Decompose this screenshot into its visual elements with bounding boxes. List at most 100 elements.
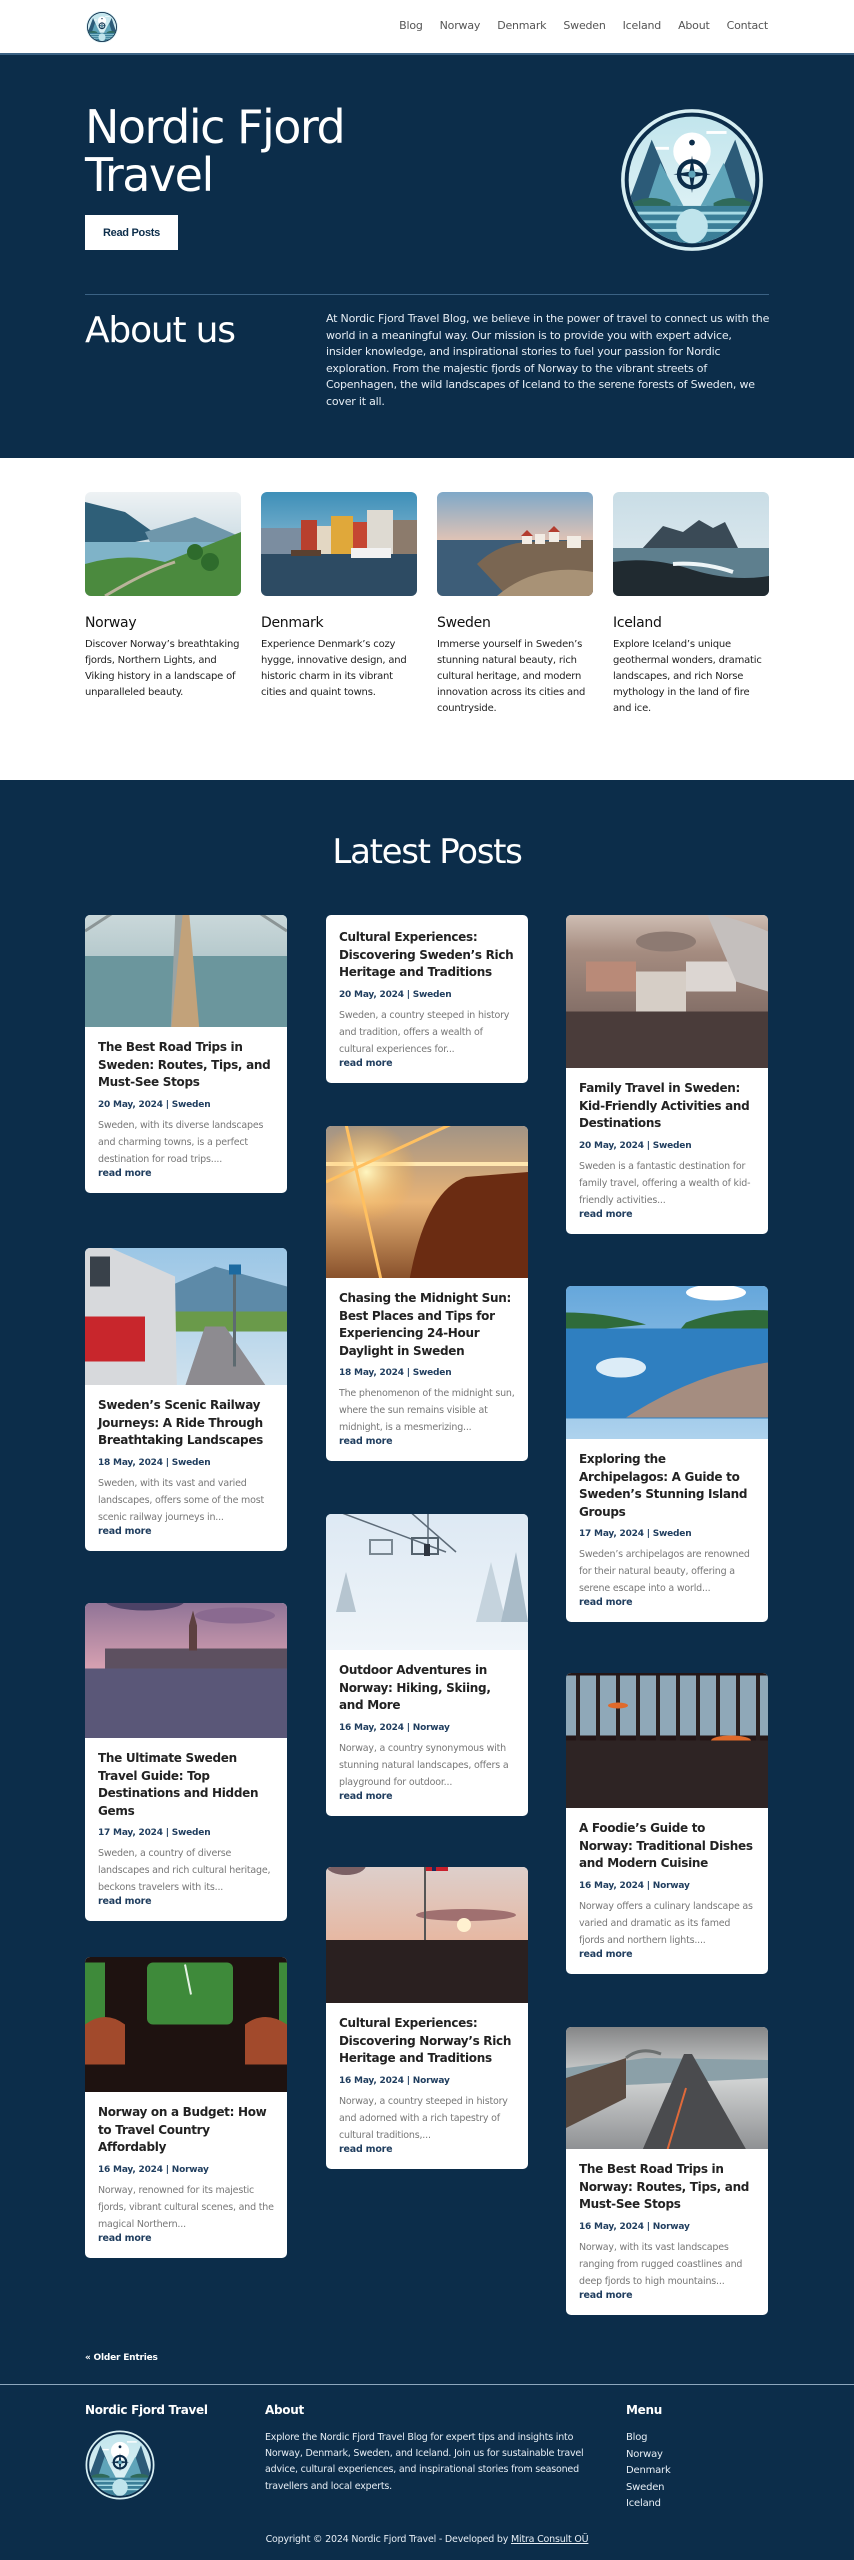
post-body: Cultural Experiences: Discovering Sweden…	[326, 915, 528, 1083]
post-card[interactable]: Chasing the Midnight Sun: Best Places an…	[326, 1126, 528, 1461]
post-card[interactable]: Sweden’s Scenic Railway Journeys: A Ride…	[85, 1248, 287, 1551]
post-category[interactable]: Norway	[413, 1723, 450, 1733]
post-image[interactable]	[566, 2027, 768, 2189]
read-more-link[interactable]: read more	[579, 2290, 755, 2301]
post-card[interactable]: The Best Road Trips in Norway: Routes, T…	[566, 2027, 768, 2315]
post-date: 20 May, 2024	[98, 1099, 163, 1110]
post-image[interactable]	[566, 915, 768, 1092]
copyright: Copyright © 2024 Nordic Fjord Travel - D…	[0, 2534, 854, 2545]
post-excerpt: Norway, a country steeped in history and…	[339, 2095, 508, 2141]
post-title[interactable]: Chasing the Midnight Sun: Best Places an…	[339, 1290, 515, 1360]
post-card[interactable]: The Best Road Trips in Sweden: Routes, T…	[85, 915, 287, 1193]
post-image[interactable]	[326, 1514, 528, 1682]
developer-link[interactable]: Mitra Consult OÜ	[511, 2534, 589, 2545]
country-card-sweden[interactable]: Sweden Immerse yourself in Sweden’s stun…	[437, 492, 593, 717]
post-card[interactable]: Cultural Experiences: Discovering Norway…	[326, 1867, 528, 2169]
post-category[interactable]: Norway	[653, 1881, 690, 1891]
post-title[interactable]: Cultural Experiences: Discovering Norway…	[339, 2015, 515, 2068]
post-card[interactable]: Outdoor Adventures in Norway: Hiking, Sk…	[326, 1514, 528, 1816]
post-image[interactable]	[326, 1867, 528, 2035]
read-more-link[interactable]: read more	[339, 1791, 515, 1802]
footer-menu-iceland[interactable]: Iceland	[626, 2496, 671, 2513]
post-card[interactable]: Family Travel in Sweden: Kid-Friendly Ac…	[566, 915, 768, 1234]
post-title[interactable]: Norway on a Budget: How to Travel Countr…	[98, 2104, 274, 2157]
nav-norway[interactable]: Norway	[440, 19, 481, 32]
norway-image[interactable]	[85, 492, 241, 596]
footer-menu-denmark[interactable]: Denmark	[626, 2463, 671, 2480]
post-title[interactable]: Exploring the Archipelagos: A Guide to S…	[579, 1451, 755, 1521]
country-name[interactable]: Iceland	[613, 615, 769, 631]
nav-about[interactable]: About	[678, 19, 710, 32]
iceland-image[interactable]	[613, 492, 769, 596]
post-title[interactable]: Family Travel in Sweden: Kid-Friendly Ac…	[579, 1080, 755, 1133]
read-more-link[interactable]: read more	[98, 2233, 274, 2244]
post-title[interactable]: The Ultimate Sweden Travel Guide: Top De…	[98, 1750, 274, 1820]
post-category[interactable]: Sweden	[172, 1100, 211, 1110]
nav-denmark[interactable]: Denmark	[497, 19, 546, 32]
meta-separator: |	[403, 989, 413, 1000]
post-category[interactable]: Sweden	[653, 1141, 692, 1151]
read-more-link[interactable]: read more	[98, 1168, 274, 1179]
post-category[interactable]: Sweden	[413, 1368, 452, 1378]
post-body: Cultural Experiences: Discovering Norway…	[326, 2003, 528, 2169]
read-more-link[interactable]: read more	[579, 1597, 755, 1608]
post-image[interactable]	[85, 915, 287, 1071]
post-card[interactable]: Exploring the Archipelagos: A Guide to S…	[566, 1286, 768, 1622]
post-category[interactable]: Norway	[413, 2076, 450, 2086]
post-title[interactable]: Sweden’s Scenic Railway Journeys: A Ride…	[98, 1397, 274, 1450]
meta-separator: |	[403, 2075, 413, 2086]
post-image[interactable]	[85, 1957, 287, 2125]
post-category[interactable]: Sweden	[172, 1828, 211, 1838]
sweden-image[interactable]	[437, 492, 593, 596]
country-name[interactable]: Sweden	[437, 615, 593, 631]
read-more-link[interactable]: read more	[339, 1436, 515, 1447]
nav-contact[interactable]: Contact	[727, 19, 769, 32]
post-body: The Best Road Trips in Norway: Routes, T…	[566, 2149, 768, 2315]
read-more-link[interactable]: read more	[339, 2144, 515, 2155]
post-image[interactable]	[326, 1126, 528, 1303]
country-card-iceland[interactable]: Iceland Explore Iceland’s unique geother…	[613, 492, 769, 717]
post-title[interactable]: A Foodie’s Guide to Norway: Traditional …	[579, 1820, 755, 1873]
read-more-link[interactable]: read more	[579, 1209, 755, 1220]
post-card[interactable]: The Ultimate Sweden Travel Guide: Top De…	[85, 1603, 287, 1921]
denmark-image[interactable]	[261, 492, 417, 596]
post-category[interactable]: Norway	[653, 2222, 690, 2232]
read-more-link[interactable]: read more	[579, 1949, 755, 1960]
post-image[interactable]	[566, 1286, 768, 1463]
post-excerpt: Sweden’s archipelagos are renowned for t…	[579, 1549, 750, 1594]
post-card[interactable]: Cultural Experiences: Discovering Sweden…	[326, 915, 528, 1083]
country-description: Discover Norway’s breathtaking fjords, N…	[85, 639, 240, 698]
read-more-link[interactable]: read more	[98, 1896, 274, 1907]
country-name[interactable]: Denmark	[261, 615, 417, 631]
country-card-norway[interactable]: Norway Discover Norway’s breathtaking fj…	[85, 492, 241, 701]
nav-sweden[interactable]: Sweden	[563, 19, 605, 32]
post-card[interactable]: Norway on a Budget: How to Travel Countr…	[85, 1957, 287, 2258]
post-title[interactable]: Outdoor Adventures in Norway: Hiking, Sk…	[339, 1662, 515, 1715]
footer-about-title: About	[265, 2403, 304, 2417]
nav-blog[interactable]: Blog	[399, 19, 423, 32]
post-body: Chasing the Midnight Sun: Best Places an…	[326, 1278, 528, 1461]
nav-iceland[interactable]: Iceland	[623, 19, 662, 32]
post-title[interactable]: The Best Road Trips in Norway: Routes, T…	[579, 2161, 755, 2214]
country-card-denmark[interactable]: Denmark Experience Denmark’s cozy hygge,…	[261, 492, 417, 701]
older-entries-link[interactable]: « Older Entries	[85, 2353, 158, 2363]
footer-menu-blog[interactable]: Blog	[626, 2430, 671, 2447]
post-title[interactable]: Cultural Experiences: Discovering Sweden…	[339, 929, 515, 982]
post-category[interactable]: Sweden	[653, 1529, 692, 1539]
post-image[interactable]	[566, 1673, 768, 1841]
country-name[interactable]: Norway	[85, 615, 241, 631]
post-card[interactable]: A Foodie’s Guide to Norway: Traditional …	[566, 1673, 768, 1974]
read-more-link[interactable]: read more	[339, 1058, 515, 1069]
post-title[interactable]: The Best Road Trips in Sweden: Routes, T…	[98, 1039, 274, 1092]
post-image[interactable]	[85, 1248, 287, 1417]
post-excerpt: Sweden is a fantastic destination for fa…	[579, 1160, 751, 1206]
footer-menu-norway[interactable]: Norway	[626, 2447, 671, 2464]
post-image[interactable]	[85, 1603, 287, 1771]
post-category[interactable]: Sweden	[413, 990, 452, 1000]
site-logo-icon[interactable]	[86, 11, 118, 43]
read-more-link[interactable]: read more	[98, 1526, 274, 1537]
read-posts-button[interactable]: Read Posts	[85, 215, 178, 250]
footer-menu-sweden[interactable]: Sweden	[626, 2480, 671, 2497]
post-category[interactable]: Sweden	[172, 1458, 211, 1468]
post-category[interactable]: Norway	[172, 2165, 209, 2175]
